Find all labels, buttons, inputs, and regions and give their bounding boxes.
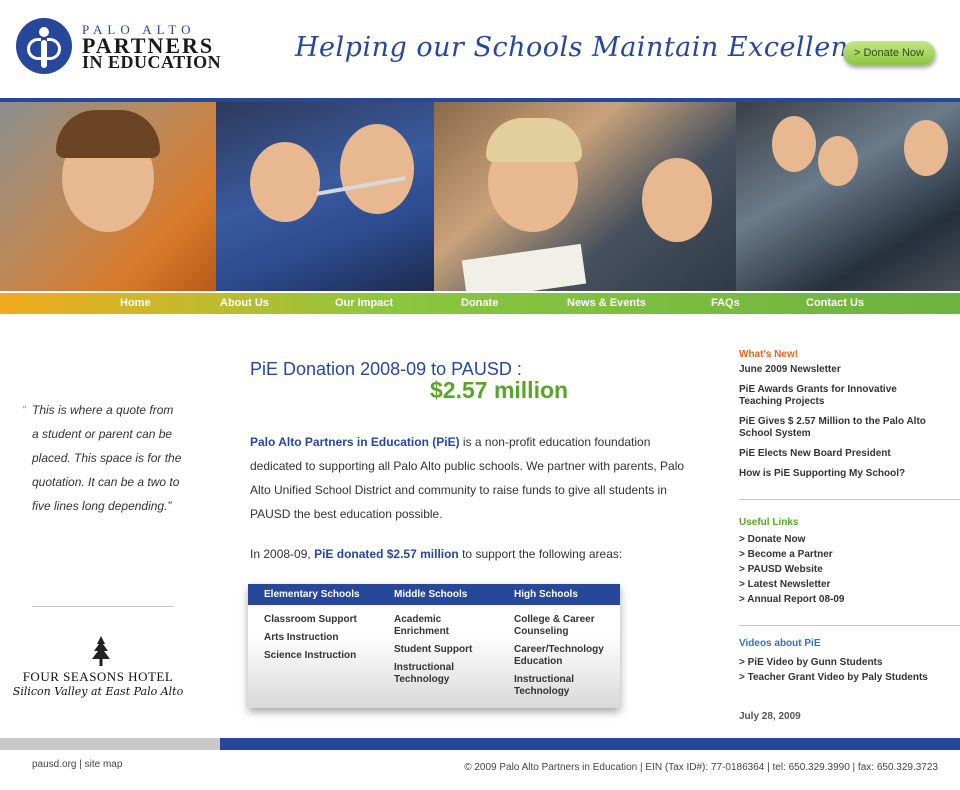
table-cell: Academic Enrichment <box>394 614 450 637</box>
column-high: College & Career Counseling Career/Techn… <box>514 614 614 704</box>
footer-bar-blue <box>220 738 960 750</box>
quote-mark: “ <box>22 403 26 417</box>
sponsor-subtitle: Silicon Valley at East Palo Alto <box>12 685 184 698</box>
site-header: PALO ALTO PARTNERS IN EDUCATION Helping … <box>0 0 960 98</box>
donation-sentence: In 2008-09, PiE donated $2.57 million to… <box>250 542 622 566</box>
news-item[interactable]: PiE Elects New Board President <box>739 448 939 460</box>
header-high: High Schools <box>514 589 578 600</box>
sponsor-name: FOUR SEASONS HOTEL <box>22 669 174 684</box>
table-cell: Arts Instruction <box>264 632 339 643</box>
footer-link-pausd[interactable]: pausd.org <box>32 759 76 770</box>
header-elementary: Elementary Schools <box>264 589 360 600</box>
intro-brand: Palo Alto Partners in Education (PiE) <box>250 435 460 449</box>
table-cell: Science Instruction <box>264 650 357 661</box>
header-middle: Middle Schools <box>394 589 468 600</box>
whats-new-heading: What's New! <box>739 349 799 360</box>
logo-line-2: IN EDUCATION <box>82 52 222 72</box>
news-item[interactable]: June 2009 Newsletter <box>739 364 939 376</box>
table-header: Elementary Schools Middle Schools High S… <box>248 584 620 605</box>
footer-copyright: © 2009 Palo Alto Partners in Education |… <box>464 762 938 773</box>
link-latest-newsletter[interactable]: > Latest Newsletter <box>739 577 960 592</box>
news-list: June 2009 Newsletter PiE Awards Grants f… <box>739 364 939 488</box>
pie-logo-mark-icon <box>16 18 72 74</box>
table-cell: Instructional Technology <box>514 674 575 697</box>
main-nav: Home About Us Our Impact Donate News & E… <box>0 293 960 314</box>
table-cell: Career/Technology Education <box>514 644 604 667</box>
pie-logo[interactable]: PALO ALTO PARTNERS IN EDUCATION <box>16 18 226 78</box>
page-date: July 28, 2009 <box>739 711 801 722</box>
link-paly-video[interactable]: > Teacher Grant Video by Paly Students <box>739 670 960 685</box>
useful-links-list: > Donate Now > Become a Partner > PAUSD … <box>739 532 960 607</box>
column-middle: Academic Enrichment Student Support Inst… <box>394 614 494 692</box>
table-cell: Student Support <box>394 644 473 655</box>
videos-heading: Videos about PiE <box>739 638 821 649</box>
divider <box>739 499 960 500</box>
footer-bar-grey <box>0 738 220 750</box>
videos-list: > PiE Video by Gunn Students > Teacher G… <box>739 655 960 685</box>
link-gunn-video[interactable]: > PiE Video by Gunn Students <box>739 655 960 670</box>
link-pausd-website[interactable]: > PAUSD Website <box>739 562 960 577</box>
nav-about-us[interactable]: About Us <box>220 293 269 314</box>
link-donate-now[interactable]: > Donate Now <box>739 532 960 547</box>
donated-prefix: In 2008-09, <box>250 547 315 561</box>
donation-amount: $2.57 million <box>430 377 569 403</box>
footer-link-sitemap[interactable]: site map <box>85 759 123 770</box>
photo-students-lab <box>736 102 960 291</box>
table-cell: Classroom Support <box>264 614 357 625</box>
photo-strip <box>0 98 960 291</box>
nav-our-impact[interactable]: Our Impact <box>335 293 393 314</box>
news-item[interactable]: PiE Awards Grants for Innovative Teachin… <box>739 384 939 408</box>
link-become-partner[interactable]: > Become a Partner <box>739 547 960 562</box>
testimonial-quote: “ This is where a quote from a student o… <box>22 398 182 518</box>
nav-donate[interactable]: Donate <box>461 293 498 314</box>
tagline: Helping our Schools Maintain Excellence <box>295 32 881 63</box>
link-annual-report[interactable]: > Annual Report 08-09 <box>739 592 960 607</box>
nav-home[interactable]: Home <box>120 293 151 314</box>
intro-paragraph: Palo Alto Partners in Education (PiE) is… <box>250 430 690 526</box>
useful-links-heading: Useful Links <box>739 517 799 528</box>
news-item[interactable]: PiE Gives $ 2.57 Million to the Palo Alt… <box>739 416 939 440</box>
photo-students-flute <box>216 102 434 291</box>
donated-brand: PiE donated $2.57 million <box>314 547 459 561</box>
photo-student-boy <box>0 102 216 291</box>
footer-links: pausd.org | site map <box>32 759 122 770</box>
quote-text: This is where a quote from a student or … <box>32 403 182 513</box>
sponsor-logo[interactable]: FOUR SEASONS HOTEL Silicon Valley at Eas… <box>12 636 184 702</box>
column-elementary: Classroom Support Arts Instruction Scien… <box>264 614 384 668</box>
donate-now-button[interactable]: > Donate Now <box>843 41 935 65</box>
donated-suffix: to support the following areas: <box>458 547 623 561</box>
photo-teacher-reading <box>434 102 736 291</box>
table-cell: College & Career Counseling <box>514 614 595 637</box>
nav-news-events[interactable]: News & Events <box>567 293 646 314</box>
nav-faqs[interactable]: FAQs <box>711 293 740 314</box>
nav-contact-us[interactable]: Contact Us <box>806 293 864 314</box>
news-item[interactable]: How is PiE Supporting My School? <box>739 468 939 480</box>
support-areas-table: Elementary Schools Middle Schools High S… <box>248 584 620 708</box>
tree-icon <box>92 636 110 666</box>
divider <box>739 625 960 626</box>
divider <box>32 606 174 607</box>
footer-separator: | <box>76 759 85 770</box>
table-cell: Instructional Technology <box>394 662 455 685</box>
